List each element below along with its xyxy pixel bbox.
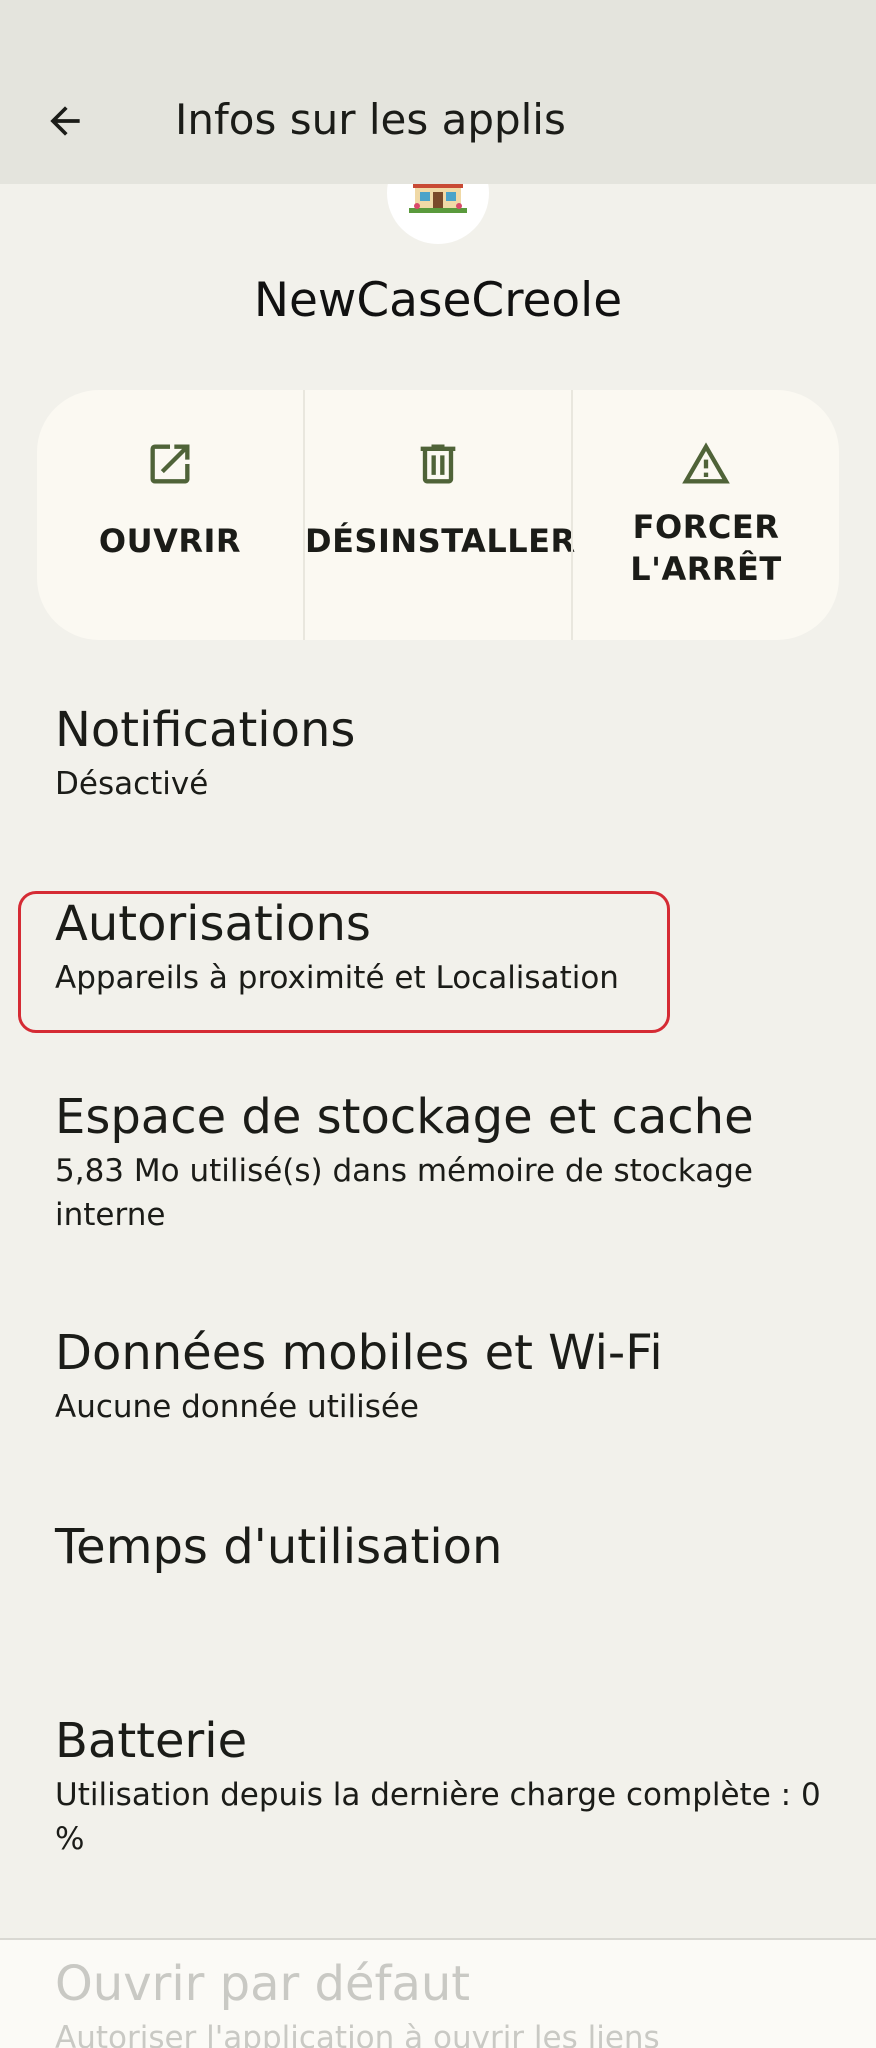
setting-summary: Appareils à proximité et Localisation: [55, 960, 619, 996]
uninstall-button[interactable]: DÉSINSTALLER: [303, 390, 576, 640]
setting-storage-cache[interactable]: Espace de stockage et cache 5,83 Mo util…: [55, 1087, 835, 1237]
setting-notifications[interactable]: Notifications Désactivé: [55, 700, 835, 806]
force-stop-button-label: FORCER L'ARRÊT: [573, 506, 839, 590]
open-button-label: OUVRIR: [98, 522, 242, 560]
top-app-bar: Infos sur les applis: [0, 0, 876, 184]
force-stop-label-line2: L'ARRÊT: [630, 550, 782, 588]
setting-summary: 5,83 Mo utilisé(s) dans mémoire de stock…: [55, 1153, 753, 1233]
setting-title: Batterie: [55, 1713, 248, 1769]
open-in-new-icon: [150, 444, 190, 484]
setting-permissions[interactable]: Autorisations Appareils à proximité et L…: [55, 894, 835, 1000]
setting-summary: Désactivé: [55, 766, 209, 802]
app-name: NewCaseCreole: [253, 273, 623, 328]
bottom-panel: Ouvrir par défaut Autoriser l'applicatio…: [0, 1940, 876, 2048]
setting-title: Ouvrir par défaut: [55, 1956, 471, 2012]
setting-mobile-data-wifi[interactable]: Données mobiles et Wi-Fi Aucune donnée u…: [55, 1323, 835, 1429]
trash-icon: [420, 444, 456, 484]
app-actions-card: OUVRIR DÉSINSTALLER FORCER L'ARRÊT: [37, 390, 839, 640]
setting-title: Notifications: [55, 702, 356, 758]
warning-triangle-icon: [682, 442, 730, 484]
uninstall-button-label: DÉSINSTALLER: [305, 522, 576, 560]
setting-summary: Autoriser l'application à ouvrir les lie…: [55, 2020, 660, 2048]
setting-title: Autorisations: [55, 896, 371, 952]
back-button[interactable]: [30, 86, 100, 156]
setting-title: Temps d'utilisation: [55, 1519, 503, 1575]
arrow-left-icon: [50, 106, 80, 136]
open-button[interactable]: OUVRIR: [37, 390, 303, 640]
setting-summary: Aucune donnée utilisée: [55, 1389, 419, 1425]
page-title: Infos sur les applis: [175, 95, 566, 144]
setting-title: Espace de stockage et cache: [55, 1089, 754, 1145]
setting-summary: Utilisation depuis la dernière charge co…: [55, 1777, 821, 1857]
setting-open-by-default[interactable]: Ouvrir par défaut Autoriser l'applicatio…: [55, 1954, 835, 2048]
setting-screen-time[interactable]: Temps d'utilisation: [55, 1517, 835, 1577]
setting-title: Données mobiles et Wi-Fi: [55, 1325, 663, 1381]
force-stop-label-line1: FORCER: [632, 508, 780, 546]
setting-battery[interactable]: Batterie Utilisation depuis la dernière …: [55, 1711, 835, 1861]
force-stop-button[interactable]: FORCER L'ARRÊT: [571, 390, 839, 640]
